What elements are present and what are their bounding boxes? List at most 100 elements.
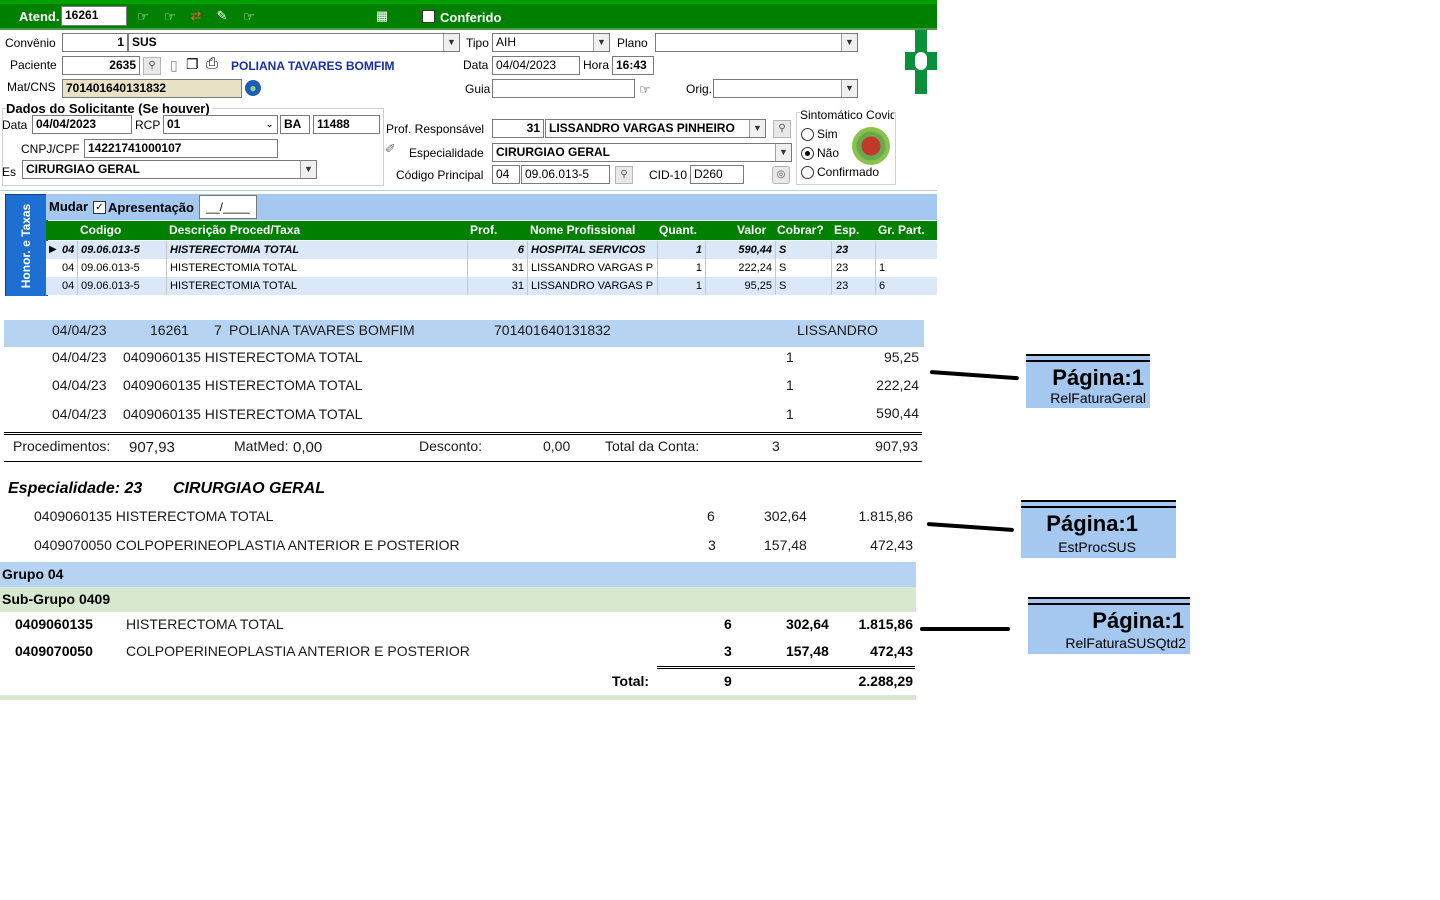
search-binoculars-icon[interactable]: ⚲ [615,166,633,184]
paciente-code-input[interactable]: 2635 [62,56,140,75]
data-input[interactable]: 04/04/2023 [492,56,580,75]
calculator-icon[interactable]: ▦ [373,8,391,24]
convenio-code-input[interactable]: 1 [62,33,128,52]
cell-quant: 1 [695,280,702,292]
rcp-select[interactable]: 01 ⌄ [163,115,278,134]
col-valor[interactable]: Valor [737,221,766,240]
conferido-checkbox[interactable] [422,10,435,23]
col-nome-profissional[interactable]: Nome Profissional [530,221,635,240]
report3-total-label: Total: [612,673,650,689]
chevron-down-icon[interactable]: ▼ [443,34,459,51]
convenio-select[interactable]: SUS ▼ [128,33,460,52]
cell-prof: 31 [511,262,524,274]
esp-select[interactable]: CIRURGIAO GERAL ▼ [22,160,317,179]
chevron-down-icon[interactable]: ▼ [775,144,791,161]
apresentacao-input[interactable]: __/____ [199,195,257,219]
col-gr-part[interactable]: Gr. Part. [878,221,925,240]
cell-cobrar: S [779,280,787,292]
hora-input[interactable]: 16:43 [612,56,654,75]
col-codigo[interactable]: Codigo [80,221,121,240]
copy-icon[interactable]: ❐ [186,56,199,73]
report1-line-proc: 0409060135 HISTERECTOMA TOTAL [123,377,363,393]
report1-date: 04/04/23 [52,322,107,338]
col-prof[interactable]: Prof. [470,221,497,240]
report1-cns: 701401640131832 [494,322,611,338]
hand-point-icon-3[interactable]: ☞ [240,9,258,25]
covid-radio-nao[interactable] [801,147,814,160]
chevron-down-icon[interactable]: ▼ [841,34,857,51]
document-icon[interactable]: ▯ [170,57,178,74]
report2-line-q: 6 [707,508,715,524]
uf-input[interactable]: BA [280,115,310,134]
report1-atend: 16261 [150,322,189,338]
cell-prof: 31 [511,280,524,292]
report1-line-proc: 0409060135 HISTERECTOMA TOTAL [123,406,363,422]
subgroup-band [0,587,916,612]
col-quant[interactable]: Quant. [659,221,697,240]
prof-resp-select[interactable]: LISSANDRO VARGAS PINHEIRO ▼ [545,119,766,138]
plano-select[interactable]: ▼ [655,33,858,52]
hand-point-icon-2[interactable]: ☞ [161,9,179,25]
cell-prof: 6 [517,244,524,256]
hand-point-icon[interactable]: ☞ [639,82,651,98]
badge-rule [1028,603,1190,605]
covid-option-sim: Sim [817,127,838,141]
printer-icon[interactable]: ⎙ [206,55,218,72]
crm-input[interactable]: 11488 [313,115,380,134]
chevron-down-icon[interactable]: ⌄ [262,116,277,133]
virus-icon [852,127,890,165]
sol-data-input[interactable]: 04/04/2023 [32,115,132,134]
cell-esp: 23 [836,280,849,292]
report3-line-total: 472,43 [870,643,913,659]
cell-grpart: 6 [879,280,886,292]
report1-total-value: 907,93 [875,438,918,454]
report1-line-date: 04/04/23 [52,349,107,365]
edit-person-icon[interactable]: ✎ [213,8,231,24]
side-tab-honor-taxas[interactable]: Honor. e Taxas [5,194,48,300]
report1-line-date: 04/04/23 [52,377,107,393]
chevron-down-icon[interactable]: ▼ [841,80,857,97]
orig-label: Orig. [686,82,713,96]
globe-icon[interactable]: ● [245,80,261,96]
especialidade-label: Especialidade [409,146,484,160]
row-selector-icon: ▶ [49,244,57,255]
cell-quant: 1 [695,262,702,274]
cid-input[interactable]: D260 [690,165,744,184]
covid-radio-confirmado[interactable] [801,166,814,179]
pin-icon[interactable]: ✐ [385,141,396,157]
sus-logo-mark [915,52,927,70]
chevron-down-icon[interactable]: ▼ [300,161,316,178]
cod-principal-input[interactable]: 09.06.013-5 [521,165,610,184]
prof-resp-code-input[interactable]: 31 [492,119,544,138]
chevron-down-icon[interactable]: ▼ [593,34,609,51]
col-divider [875,241,876,295]
cnpj-input[interactable]: 14221741000107 [84,139,278,158]
guia-input[interactable] [492,79,635,98]
toolbar-top-strip [0,0,937,4]
chevron-down-icon[interactable]: ▼ [749,120,765,137]
tipo-select[interactable]: AIH ▼ [492,33,610,52]
report1-line-proc: 0409060135 HISTERECTOMA TOTAL [123,349,363,365]
atend-input[interactable]: 16261 [61,6,127,26]
badge-report-name: RelFaturaSUSQtd2 [1065,635,1186,651]
matcns-input[interactable]: 701401640131832 [62,79,242,98]
covid-radio-sim[interactable] [801,128,814,141]
search-binoculars-icon[interactable]: ⚲ [143,57,161,75]
report3-line-desc: HISTERECTOMA TOTAL [126,616,284,632]
settings-icon[interactable]: ◎ [772,166,790,184]
cod-principal-group-input[interactable]: 04 [492,165,520,184]
pointer-line [920,627,1010,631]
apresentacao-checkbox[interactable]: ✓ [93,201,106,214]
col-descricao[interactable]: Descrição Proced/Taxa [169,221,300,240]
plano-label: Plano [617,36,648,50]
transfer-icon[interactable]: ⇄ [187,8,205,24]
especialidade-select[interactable]: CIRURGIAO GERAL ▼ [492,143,792,162]
search-binoculars-icon[interactable]: ⚲ [773,120,791,138]
col-cobrar[interactable]: Cobrar? [777,221,824,240]
hand-point-icon[interactable]: ☞ [134,9,152,25]
covid-option-confirmado: Confirmado [817,165,880,179]
col-esp[interactable]: Esp. [834,221,859,240]
report3-line-unit: 157,48 [786,643,829,659]
orig-select[interactable]: ▼ [713,79,858,98]
apresentacao-label: Apresentação [108,200,194,215]
